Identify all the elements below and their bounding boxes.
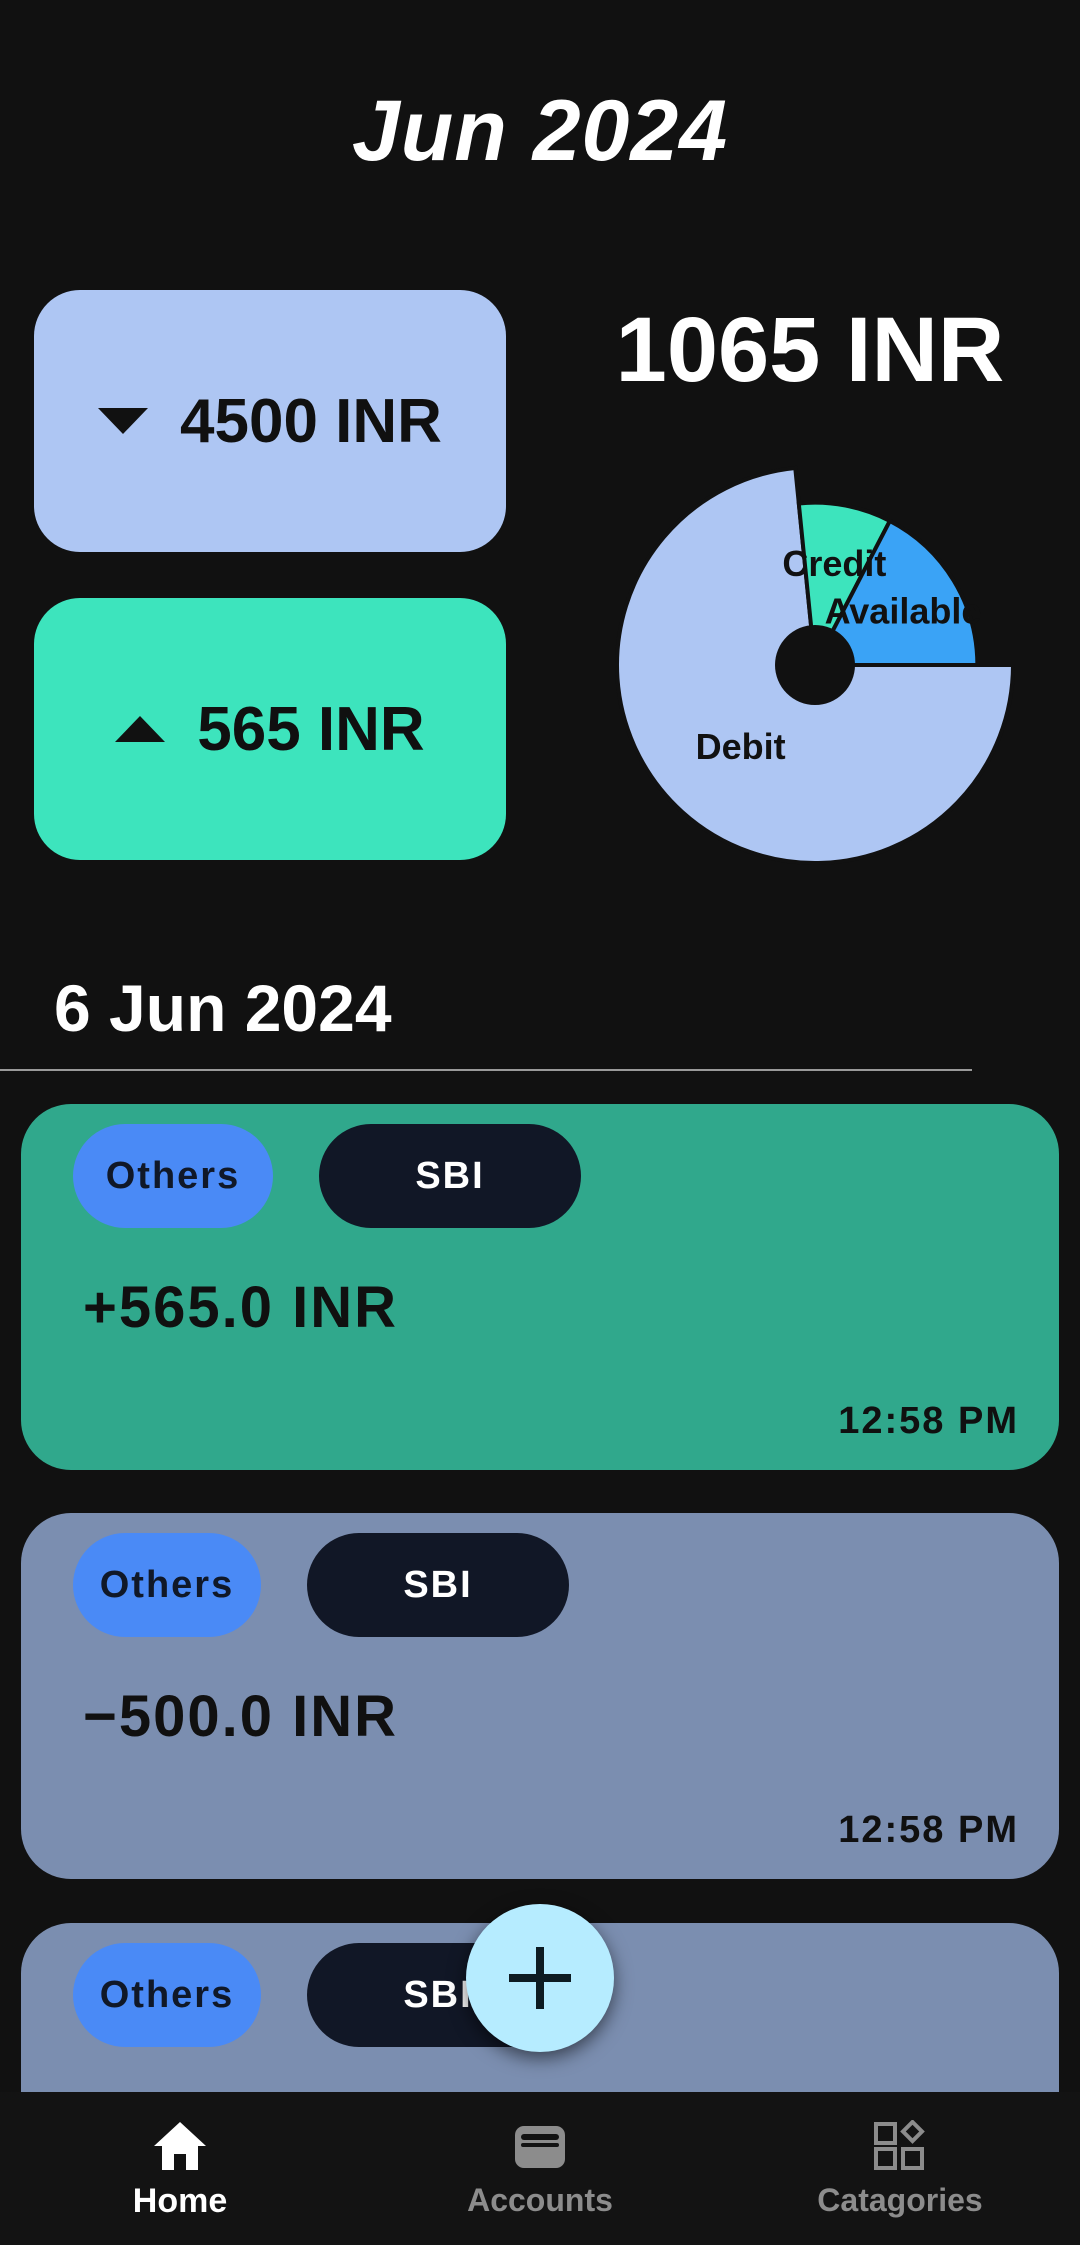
pie-center-hole xyxy=(775,625,855,705)
pie-label-credit: Credit xyxy=(782,543,886,584)
transaction-time: 12:58 PM xyxy=(838,1400,1019,1442)
nav-accounts[interactable]: Accounts xyxy=(360,2092,720,2245)
plus-icon xyxy=(509,1947,571,2009)
arrow-up-icon xyxy=(115,716,166,742)
home-icon xyxy=(154,2122,206,2170)
category-chip[interactable]: Others xyxy=(73,1124,273,1228)
transaction-amount: +565.0 INR xyxy=(83,1274,398,1341)
bottom-navigation: Home Accounts Catagories xyxy=(0,2092,1080,2245)
account-chip[interactable]: SBI xyxy=(319,1124,581,1228)
balance-total: 1065 INR xyxy=(615,299,1005,401)
amount-sign: − xyxy=(83,1684,119,1749)
transaction-card[interactable]: Others SBI +565.0 INR 12:58 PM xyxy=(21,1104,1059,1470)
nav-categories[interactable]: Catagories xyxy=(720,2092,1080,2245)
nav-label: Home xyxy=(132,2182,228,2220)
month-title[interactable]: Jun 2024 xyxy=(0,82,1080,181)
category-chip[interactable]: Others xyxy=(73,1943,261,2047)
nav-home[interactable]: Home xyxy=(0,2092,360,2245)
pie-label-debit: Debit xyxy=(696,726,786,767)
category-chip[interactable]: Others xyxy=(73,1533,261,1637)
nav-label: Accounts xyxy=(467,2182,613,2218)
day-header: 6 Jun 2024 xyxy=(54,971,392,1045)
debit-total: 4500 INR xyxy=(180,386,442,456)
transaction-time: 12:58 PM xyxy=(838,1809,1019,1851)
divider xyxy=(0,1069,972,1071)
amount-value: 500.0 INR xyxy=(118,1684,399,1749)
amount-sign: + xyxy=(83,1275,119,1340)
arrow-down-icon xyxy=(98,408,149,434)
home-screen: Jun 2024 4500 INR 565 INR 1065 INR Debit… xyxy=(0,0,1080,2245)
transaction-amount: −500.0 INR xyxy=(83,1683,398,1750)
credit-summary-card[interactable]: 565 INR xyxy=(34,598,506,860)
transaction-card[interactable]: Others SBI −500.0 INR 12:58 PM xyxy=(21,1513,1059,1879)
add-transaction-button[interactable] xyxy=(466,1904,614,2052)
amount-value: 565.0 INR xyxy=(118,1275,399,1340)
pie-label-available: Available xyxy=(825,591,982,632)
debit-summary-card[interactable]: 4500 INR xyxy=(34,290,506,552)
nav-label: Catagories xyxy=(817,2182,983,2218)
credit-total: 565 INR xyxy=(197,694,425,764)
categories-icon xyxy=(874,2120,925,2170)
wallet-icon xyxy=(515,2126,565,2168)
account-chip[interactable]: SBI xyxy=(307,1533,569,1637)
spending-pie-chart[interactable]: Debit Credit Available xyxy=(600,450,1030,880)
